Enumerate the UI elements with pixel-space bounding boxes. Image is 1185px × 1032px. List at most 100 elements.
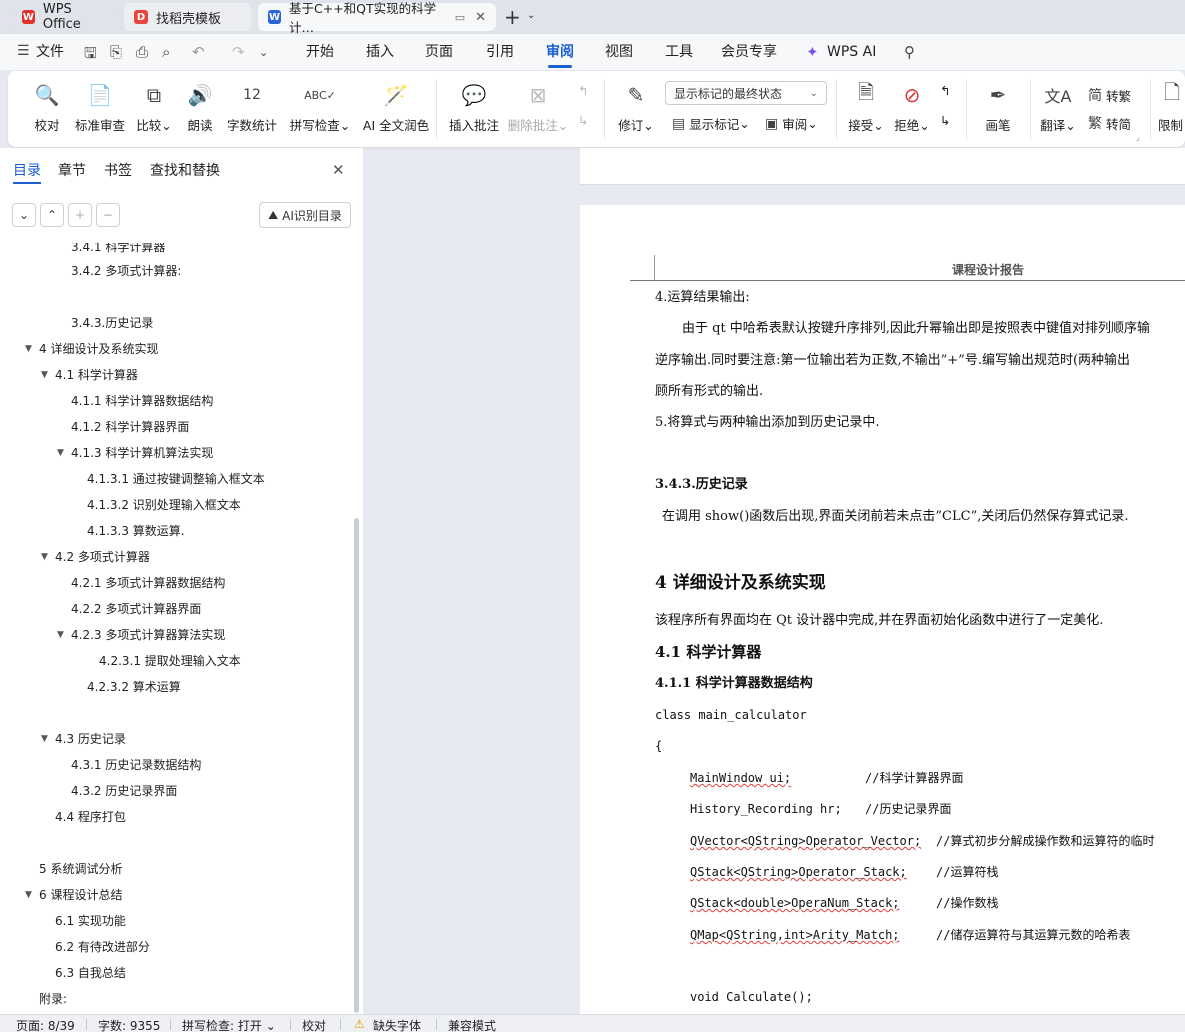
print-icon[interactable]: ⎙ [136, 43, 148, 61]
menu-insert[interactable]: 插入 [366, 34, 394, 70]
tab-toc[interactable]: 目录 [13, 160, 41, 184]
caret-expanded-icon[interactable]: ▼ [25, 890, 32, 900]
close-pane-icon[interactable]: ✕ [332, 161, 345, 179]
reject-button[interactable]: ⊘ 拒绝⌄ [892, 71, 932, 147]
remove-heading-button[interactable]: − [96, 203, 120, 227]
toc-item[interactable]: 6.1 实现功能 [55, 913, 126, 929]
toc-item[interactable]: 附录: [39, 991, 67, 1007]
add-heading-button[interactable]: + [68, 203, 92, 227]
tab-sections[interactable]: 章节 [58, 160, 86, 180]
caret-expanded-icon[interactable]: ▼ [41, 734, 48, 744]
quick-access-chevron-icon[interactable]: ⌄ [259, 46, 268, 59]
previous-change-icon[interactable]: ↰ [940, 83, 950, 98]
tab-current-document[interactable]: W 基于C++和QT实现的科学计… ▭ ✕ [258, 1, 496, 35]
toc-item[interactable]: 3.4.3.历史记录 [71, 315, 153, 331]
caret-expanded-icon[interactable]: ▼ [41, 552, 48, 562]
word-count-button[interactable]: 12 字数统计 [226, 71, 278, 147]
toc-item[interactable]: 4.1.3.1 通过按键调整输入框文本 [87, 471, 265, 487]
collapse-all-button[interactable]: ⌃ [40, 203, 64, 227]
delete-comment-button[interactable]: ⊠ 删除批注⌄ [508, 71, 569, 147]
toc-item[interactable]: 6.3 自我总结 [55, 965, 126, 981]
menu-home[interactable]: 开始 [306, 34, 334, 70]
tab-bookmarks[interactable]: 书签 [104, 160, 132, 180]
toc-item[interactable]: 4.3.1 历史记录数据结构 [71, 757, 201, 773]
toc-item[interactable]: 4.2 多项式计算器 [55, 549, 150, 565]
redo-icon[interactable]: ↷ [232, 43, 245, 61]
caret-expanded-icon[interactable]: ▼ [25, 344, 32, 354]
toc-item[interactable]: 5 系统调试分析 [39, 861, 122, 877]
show-markup-button[interactable]: ▤ 显示标记 ⌄ [672, 114, 750, 133]
toc-item[interactable]: 6 课程设计总结 [39, 887, 122, 903]
search-icon[interactable]: ⚲ [904, 43, 915, 61]
accept-button[interactable]: 🗎 接受⌄ [846, 71, 886, 147]
to-traditional-button[interactable]: 简转繁 [1088, 85, 1131, 105]
tab-docer-templates[interactable]: D 找稻壳模板 [124, 3, 251, 31]
toc-item[interactable]: 4.1.3 科学计算机算法实现 [71, 445, 213, 461]
expand-all-button[interactable]: ⌄ [12, 203, 36, 227]
compare-button[interactable]: ⧉ 比较⌄ [134, 71, 174, 147]
menu-file[interactable]: 文件 [36, 34, 64, 70]
toc-item[interactable]: 3.4.2 多项式计算器: [71, 263, 181, 279]
toc-item[interactable]: 4.1.2 科学计算器界面 [71, 419, 189, 435]
restrict-editing-button[interactable]: 🗋 限制 [1158, 71, 1185, 147]
toc-item[interactable]: 4.4 程序打包 [55, 809, 126, 825]
toc-item[interactable]: 4.1 科学计算器 [55, 367, 138, 383]
to-simplified-button[interactable]: 繁转简 [1088, 113, 1131, 133]
menu-review[interactable]: 审阅 [546, 34, 574, 70]
insert-comment-button[interactable]: 💬 插入批注 [448, 71, 500, 147]
menu-references[interactable]: 引用 [486, 34, 514, 70]
toc-item[interactable]: 4.1.3.2 识别处理输入框文本 [87, 497, 241, 513]
toc-item[interactable]: 4.3 历史记录 [55, 731, 126, 747]
toc-item[interactable]: 4 详细设计及系统实现 [39, 341, 158, 357]
menu-tools[interactable]: 工具 [665, 34, 693, 70]
toc-item[interactable]: 4.1.3.3 算数运算. [87, 523, 185, 539]
tab-wps-office[interactable]: W WPS Office [12, 2, 118, 32]
spell-check-status[interactable]: 拼写检查: 打开 ⌄ [182, 1017, 276, 1032]
proofread-button[interactable]: 🔍 校对 [32, 71, 62, 147]
menu-member[interactable]: 会员专享 [721, 34, 777, 70]
markup-state-dropdown[interactable]: 显示标记的最终状态 ⌄ [665, 81, 827, 105]
track-changes-button[interactable]: ✎ 修订⌄ [618, 71, 654, 147]
menu-wps-ai[interactable]: WPS AI [827, 34, 876, 70]
read-aloud-button[interactable]: 🔊 朗读 [185, 71, 215, 147]
page-indicator[interactable]: 页面: 8/39 [16, 1017, 75, 1032]
toc-item[interactable]: 4.2.2 多项式计算器界面 [71, 601, 201, 617]
toc-item[interactable]: 4.2.3.2 算术运算 [87, 679, 181, 695]
new-tab-icon[interactable]: + [504, 5, 521, 29]
toc-scrollbar[interactable] [354, 518, 359, 1013]
toc-item[interactable]: 4.2.1 多项式计算器数据结构 [71, 575, 225, 591]
toc-item[interactable]: 3.4.1 科学计算器 [71, 243, 165, 255]
pen-button[interactable]: ✒ 画笔 [982, 71, 1014, 147]
tab-find-replace[interactable]: 查找和替换 [150, 160, 220, 180]
missing-font-status[interactable]: 缺失字体 [373, 1017, 421, 1032]
caret-expanded-icon[interactable]: ▼ [57, 630, 64, 640]
ai-polish-button[interactable]: 🪄 AI 全文润色 [358, 71, 434, 147]
next-change-icon[interactable]: ↳ [940, 113, 950, 128]
tab-list-chevron-icon[interactable]: ⌄ [527, 10, 535, 21]
toc-item[interactable]: 4.3.2 历史记录界面 [71, 783, 177, 799]
proofread-status[interactable]: 校对 [302, 1017, 326, 1032]
translate-button[interactable]: 文A 翻译⌄ [1038, 71, 1078, 147]
save-icon[interactable]: 🖫 [84, 43, 97, 68]
previous-comment-icon[interactable]: ↰ [578, 83, 588, 98]
next-comment-icon[interactable]: ↳ [578, 113, 588, 128]
toc-item[interactable]: 4.1.1 科学计算器数据结构 [71, 393, 213, 409]
print-preview-icon[interactable]: ⌕ [162, 43, 170, 61]
ai-toc-button[interactable]: ⛰ AI识别目录 [259, 202, 351, 228]
toc-item[interactable]: 4.2.3 多项式计算器算法实现 [71, 627, 225, 643]
menu-view[interactable]: 视图 [605, 34, 633, 70]
menu-page[interactable]: 页面 [425, 34, 453, 70]
standard-review-button[interactable]: 📄 标准审查 [72, 71, 128, 147]
caret-expanded-icon[interactable]: ▼ [57, 448, 64, 458]
review-pane-button[interactable]: ▣ 审阅 ⌄ [765, 114, 818, 133]
toc-item[interactable]: 6.2 有待改进部分 [55, 939, 150, 955]
document-page[interactable]: 课程设计报告 4.运算结果输出: 由于 qt 中哈希表默认按键升序排列,因此升幂… [580, 205, 1185, 1014]
toc-item[interactable]: 4.2.3.1 提取处理输入文本 [99, 653, 241, 669]
hamburger-icon[interactable]: ☰ [17, 43, 30, 59]
export-icon[interactable]: ⎘ [110, 43, 122, 61]
caret-expanded-icon[interactable]: ▼ [41, 370, 48, 380]
spell-check-button[interactable]: ABC✓ 拼写检查⌄ [286, 71, 354, 147]
close-tab-icon[interactable]: ✕ [475, 10, 486, 25]
word-count[interactable]: 字数: 9355 [98, 1017, 160, 1032]
group-expand-icon[interactable]: ⌟ [1136, 133, 1140, 142]
